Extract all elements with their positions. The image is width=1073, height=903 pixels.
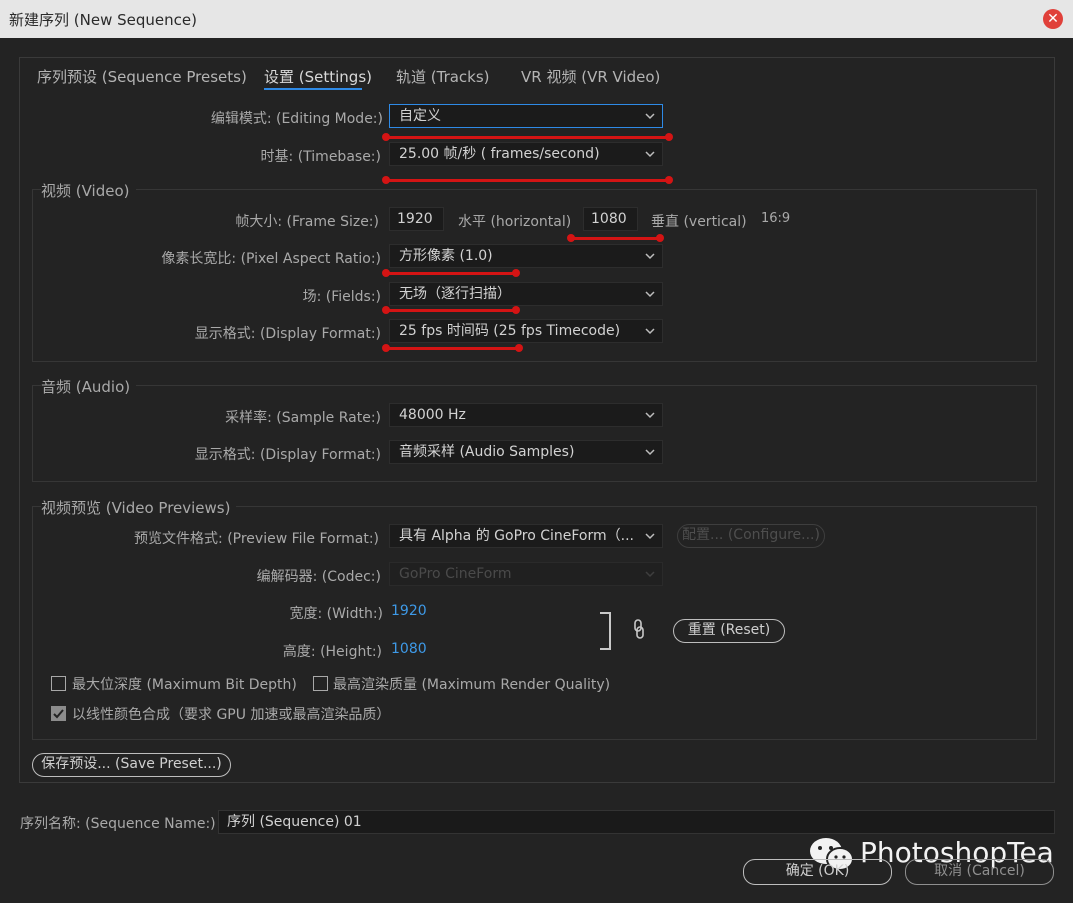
annotation-underline (386, 272, 516, 275)
annotation-underline (386, 179, 669, 182)
annotation-dot (656, 234, 664, 242)
aspect-ratio-value: 16:9 (761, 211, 791, 226)
max-bit-depth-checkbox[interactable] (51, 676, 66, 691)
ok-button[interactable]: 确定 (OK) (743, 859, 892, 885)
tab-sequence-presets[interactable]: 序列预设 (Sequence Presets) (37, 66, 247, 87)
sequence-name-input[interactable]: 序列 (Sequence) 01 (218, 810, 1055, 834)
link-icon[interactable] (632, 619, 646, 639)
annotation-dot (382, 269, 390, 277)
audio-display-format-label: 显示格式: (Display Format:) (194, 447, 381, 463)
chevron-down-icon (645, 571, 655, 578)
preview-height-value[interactable]: 1080 (391, 641, 427, 657)
max-bit-depth-label: 最大位深度 (Maximum Bit Depth) (72, 677, 297, 693)
sample-rate-label: 采样率: (Sample Rate:) (225, 410, 381, 426)
sequence-name-label: 序列名称: (Sequence Name:) (20, 816, 216, 832)
title-bar: 新建序列 (New Sequence) ✕ (0, 0, 1073, 38)
video-previews-group-title: 视频预览 (Video Previews) (41, 497, 237, 518)
linear-color-label: 以线性颜色合成（要求 GPU 加速或最高渲染品质） (72, 707, 391, 723)
audio-display-format-value: 音频采样 (Audio Samples) (399, 444, 575, 460)
max-render-quality-label: 最高渲染质量 (Maximum Render Quality) (333, 677, 611, 693)
editing-mode-value: 自定义 (399, 108, 441, 124)
vertical-label: 垂直 (vertical) (651, 214, 747, 230)
chevron-down-icon (645, 449, 655, 456)
timebase-value: 25.00 帧/秒 ( frames/second) (399, 146, 600, 162)
annotation-dot (512, 306, 520, 314)
bracket-icon (600, 612, 611, 650)
tab-vr-video[interactable]: VR 视频 (VR Video) (521, 66, 660, 87)
annotation-underline (386, 309, 516, 312)
annotation-dot (382, 344, 390, 352)
audio-group-title: 音频 (Audio) (41, 376, 137, 397)
max-render-quality-checkbox[interactable] (313, 676, 328, 691)
annotation-underline (386, 347, 519, 350)
window-title: 新建序列 (New Sequence) (9, 11, 197, 29)
display-format-label: 显示格式: (Display Format:) (194, 326, 381, 342)
tab-settings[interactable]: 设置 (Settings) (264, 66, 372, 87)
audio-group (32, 385, 1037, 482)
timebase-select[interactable]: 25.00 帧/秒 ( frames/second) (389, 142, 663, 166)
active-tab-indicator (264, 88, 362, 90)
sample-rate-select[interactable]: 48000 Hz (389, 403, 663, 427)
annotation-dot (567, 234, 575, 242)
reset-button[interactable]: 重置 (Reset) (673, 619, 785, 643)
annotation-dot (382, 306, 390, 314)
editing-mode-select[interactable]: 自定义 (389, 104, 663, 128)
pixel-aspect-value: 方形像素 (1.0) (399, 248, 493, 264)
preview-file-format-value: 具有 Alpha 的 GoPro CineForm（... (399, 528, 634, 544)
frame-height-input[interactable]: 1080 (583, 207, 638, 231)
annotation-underline (386, 136, 669, 139)
chevron-down-icon (645, 291, 655, 298)
video-group-title: 视频 (Video) (41, 180, 136, 201)
annotation-underline (571, 237, 660, 240)
frame-width-input[interactable]: 1920 (389, 207, 444, 231)
audio-display-format-select[interactable]: 音频采样 (Audio Samples) (389, 440, 663, 464)
annotation-dot (665, 133, 673, 141)
chevron-down-icon (645, 412, 655, 419)
codec-value: GoPro CineForm (399, 566, 512, 582)
chevron-down-icon (645, 533, 655, 540)
close-icon[interactable]: ✕ (1043, 9, 1063, 29)
chevron-down-icon (645, 151, 655, 158)
preview-height-label: 高度: (Height:) (282, 644, 382, 660)
sample-rate-value: 48000 Hz (399, 407, 466, 423)
save-preset-button[interactable]: 保存预设... (Save Preset...) (32, 753, 231, 777)
annotation-dot (512, 269, 520, 277)
display-format-value: 25 fps 时间码 (25 fps Timecode) (399, 323, 621, 339)
annotation-dot (382, 133, 390, 141)
preview-file-format-label: 预览文件格式: (Preview File Format:) (134, 531, 379, 547)
codec-label: 编解码器: (Codec:) (256, 569, 381, 585)
cancel-button[interactable]: 取消 (Cancel) (905, 859, 1054, 885)
timebase-label: 时基: (Timebase:) (260, 149, 381, 165)
annotation-dot (515, 344, 523, 352)
frame-size-label: 帧大小: (Frame Size:) (235, 214, 379, 230)
preview-width-label: 宽度: (Width:) (289, 606, 383, 622)
codec-select[interactable]: GoPro CineForm (389, 562, 663, 586)
horizontal-label: 水平 (horizontal) (458, 214, 572, 230)
preview-width-value[interactable]: 1920 (391, 603, 427, 619)
display-format-select[interactable]: 25 fps 时间码 (25 fps Timecode) (389, 319, 663, 343)
configure-button[interactable]: 配置... (Configure...) (677, 524, 825, 548)
chevron-down-icon (645, 328, 655, 335)
editing-mode-label: 编辑模式: (Editing Mode:) (210, 111, 383, 127)
pixel-aspect-select[interactable]: 方形像素 (1.0) (389, 244, 663, 268)
fields-value: 无场（逐行扫描） (399, 286, 511, 302)
tab-tracks[interactable]: 轨道 (Tracks) (396, 66, 490, 87)
chevron-down-icon (645, 253, 655, 260)
chevron-down-icon (645, 113, 655, 120)
annotation-dot (382, 176, 390, 184)
checkmark-icon (53, 709, 64, 719)
fields-label: 场: (Fields:) (302, 289, 381, 305)
preview-file-format-select[interactable]: 具有 Alpha 的 GoPro CineForm（... (389, 524, 663, 548)
annotation-dot (665, 176, 673, 184)
linear-color-checkbox[interactable] (51, 706, 66, 721)
pixel-aspect-label: 像素长宽比: (Pixel Aspect Ratio:) (161, 251, 381, 267)
fields-select[interactable]: 无场（逐行扫描） (389, 282, 663, 306)
